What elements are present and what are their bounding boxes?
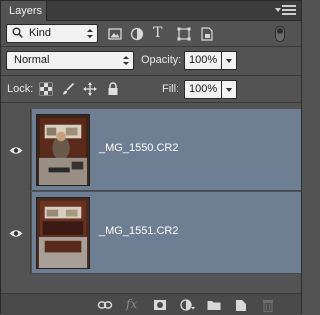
- fill-label: Fill:: [162, 83, 180, 95]
- add-mask-icon[interactable]: [152, 297, 168, 313]
- layer-name[interactable]: _MG_1551.CR2: [99, 225, 179, 237]
- lock-label: Lock:: [7, 83, 34, 95]
- lock-fill-row: Lock: Fill: 100%: [1, 77, 301, 102]
- eye-icon: [9, 230, 23, 237]
- layer-row[interactable]: _MG_1550.CR2: [1, 109, 301, 191]
- layers-list: _MG_1550.CR2 _MG_1551.CR2: [1, 103, 301, 293]
- fill-value: 100%: [189, 83, 218, 95]
- opacity-value: 100%: [189, 54, 218, 66]
- filter-kind-select[interactable]: Kind: [6, 24, 98, 43]
- layer-body[interactable]: _MG_1551.CR2: [32, 192, 301, 274]
- blend-mode-select[interactable]: Normal: [6, 51, 134, 70]
- tab-layers-label: Layers: [9, 5, 43, 17]
- layer-visibility-toggle[interactable]: [1, 192, 31, 274]
- eye-icon: [9, 147, 23, 154]
- search-icon: [12, 27, 23, 38]
- layers-bottom-toolbar: fx: [1, 293, 301, 315]
- tab-layers[interactable]: Layers: [1, 1, 47, 21]
- opacity-dropdown-button[interactable]: [221, 51, 237, 70]
- lock-all-icon[interactable]: [106, 82, 120, 96]
- delete-layer-icon[interactable]: [260, 297, 276, 313]
- panel-menu-icon[interactable]: [275, 5, 296, 17]
- layer-name[interactable]: _MG_1550.CR2: [99, 142, 179, 154]
- new-layer-icon[interactable]: [233, 297, 249, 313]
- layer-thumbnail[interactable]: [36, 197, 90, 269]
- blend-opacity-row: Normal Opacity: 100%: [1, 47, 301, 74]
- filter-kind-label: Kind: [29, 27, 52, 39]
- adjustment-layer-icon[interactable]: [179, 297, 195, 313]
- layer-thumbnail[interactable]: [36, 114, 90, 186]
- select-arrows-icon: [123, 56, 129, 65]
- filter-toggle-switch[interactable]: [275, 26, 285, 42]
- select-arrows-icon: [87, 29, 93, 38]
- layer-body[interactable]: _MG_1550.CR2: [32, 109, 301, 191]
- smart-object-filter-icon[interactable]: [199, 26, 215, 42]
- layer-visibility-toggle[interactable]: [1, 109, 31, 191]
- divider: [1, 75, 301, 76]
- layers-panel: Layers Kind T Normal Opacity: 100% Lock:…: [0, 0, 302, 315]
- layer-row[interactable]: _MG_1551.CR2: [1, 192, 301, 274]
- layer-style-icon[interactable]: fx: [126, 297, 142, 313]
- lock-position-icon[interactable]: [83, 82, 97, 96]
- lock-image-pixels-icon[interactable]: [61, 82, 75, 96]
- panel-tab-bar: Layers: [1, 1, 301, 21]
- fill-dropdown-button[interactable]: [221, 80, 237, 99]
- type-filter-icon[interactable]: T: [153, 25, 169, 41]
- fill-field[interactable]: 100%: [184, 80, 222, 99]
- pixel-filter-icon[interactable]: [107, 26, 123, 42]
- opacity-field[interactable]: 100%: [184, 51, 222, 70]
- adjustment-filter-icon[interactable]: [129, 26, 145, 42]
- shape-filter-icon[interactable]: [176, 26, 192, 42]
- lock-transparent-pixels-icon[interactable]: [39, 82, 53, 96]
- blend-mode-value: Normal: [14, 54, 50, 66]
- layer-filter-row: Kind T: [1, 22, 301, 46]
- link-layers-icon[interactable]: [97, 297, 113, 313]
- opacity-label: Opacity:: [141, 54, 182, 66]
- new-group-icon[interactable]: [206, 297, 222, 313]
